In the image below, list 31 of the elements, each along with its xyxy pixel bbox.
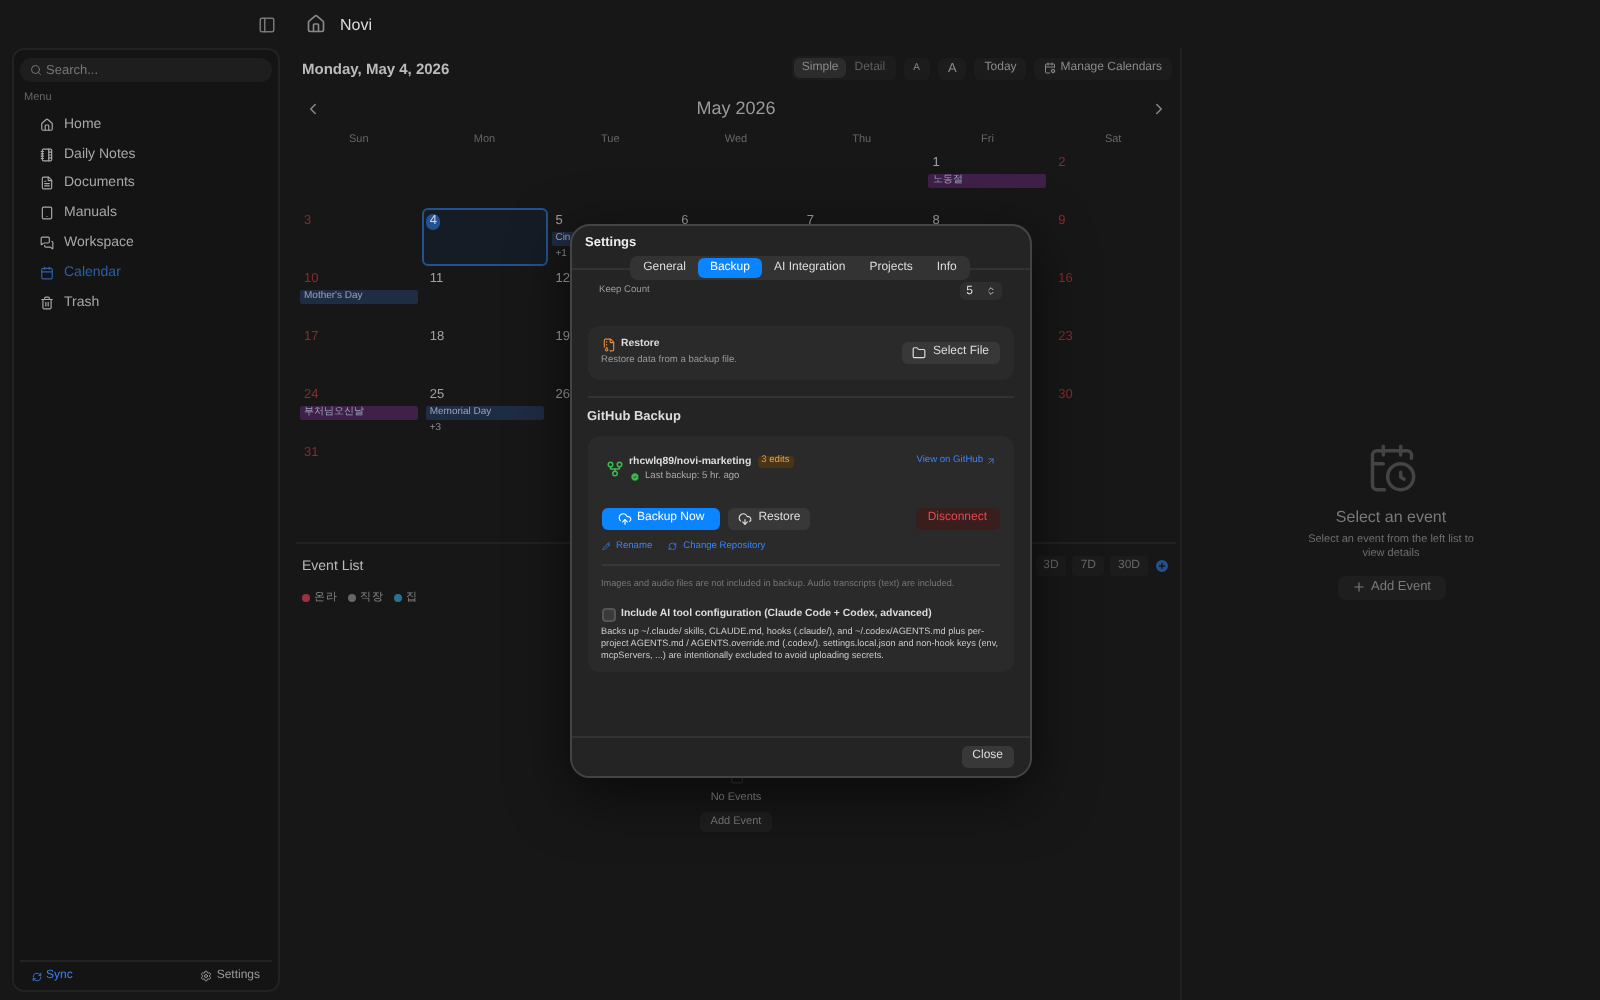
calendar-icon — [40, 265, 54, 280]
notebook-icon — [40, 147, 54, 162]
next-month-icon[interactable] — [1150, 99, 1168, 117]
document-icon — [40, 176, 54, 191]
stepper-arrows-icon — [985, 286, 995, 296]
tablet-icon — [40, 206, 54, 221]
home-icon[interactable] — [306, 14, 326, 34]
settings-icon — [200, 970, 213, 982]
archive-file-icon — [601, 337, 615, 351]
checkbox[interactable] — [601, 607, 615, 621]
folder-icon — [912, 345, 927, 359]
search-icon — [30, 64, 42, 76]
app-title: Novi — [340, 15, 373, 33]
cloud-download-icon — [738, 511, 753, 525]
calendar-gear-icon — [1044, 62, 1057, 74]
check-icon — [629, 472, 639, 482]
chat-bubbles-icon — [40, 236, 54, 251]
calendar-clock-icon — [1365, 441, 1417, 493]
arrow-up-right-icon — [985, 455, 995, 465]
plus-icon — [1351, 580, 1365, 594]
sidebar-toggle-icon[interactable] — [258, 15, 276, 33]
refresh-icon — [668, 541, 678, 551]
previous-month-icon[interactable] — [304, 99, 322, 117]
trash-icon — [40, 295, 54, 310]
month-title: May 2026 — [696, 98, 776, 118]
refresh-icon — [32, 971, 42, 981]
cloud-upload-icon — [617, 511, 631, 525]
pencil-icon — [601, 541, 610, 551]
empty-title: Select an event — [1335, 507, 1447, 525]
fork-icon — [605, 460, 623, 478]
house-icon — [40, 117, 54, 132]
